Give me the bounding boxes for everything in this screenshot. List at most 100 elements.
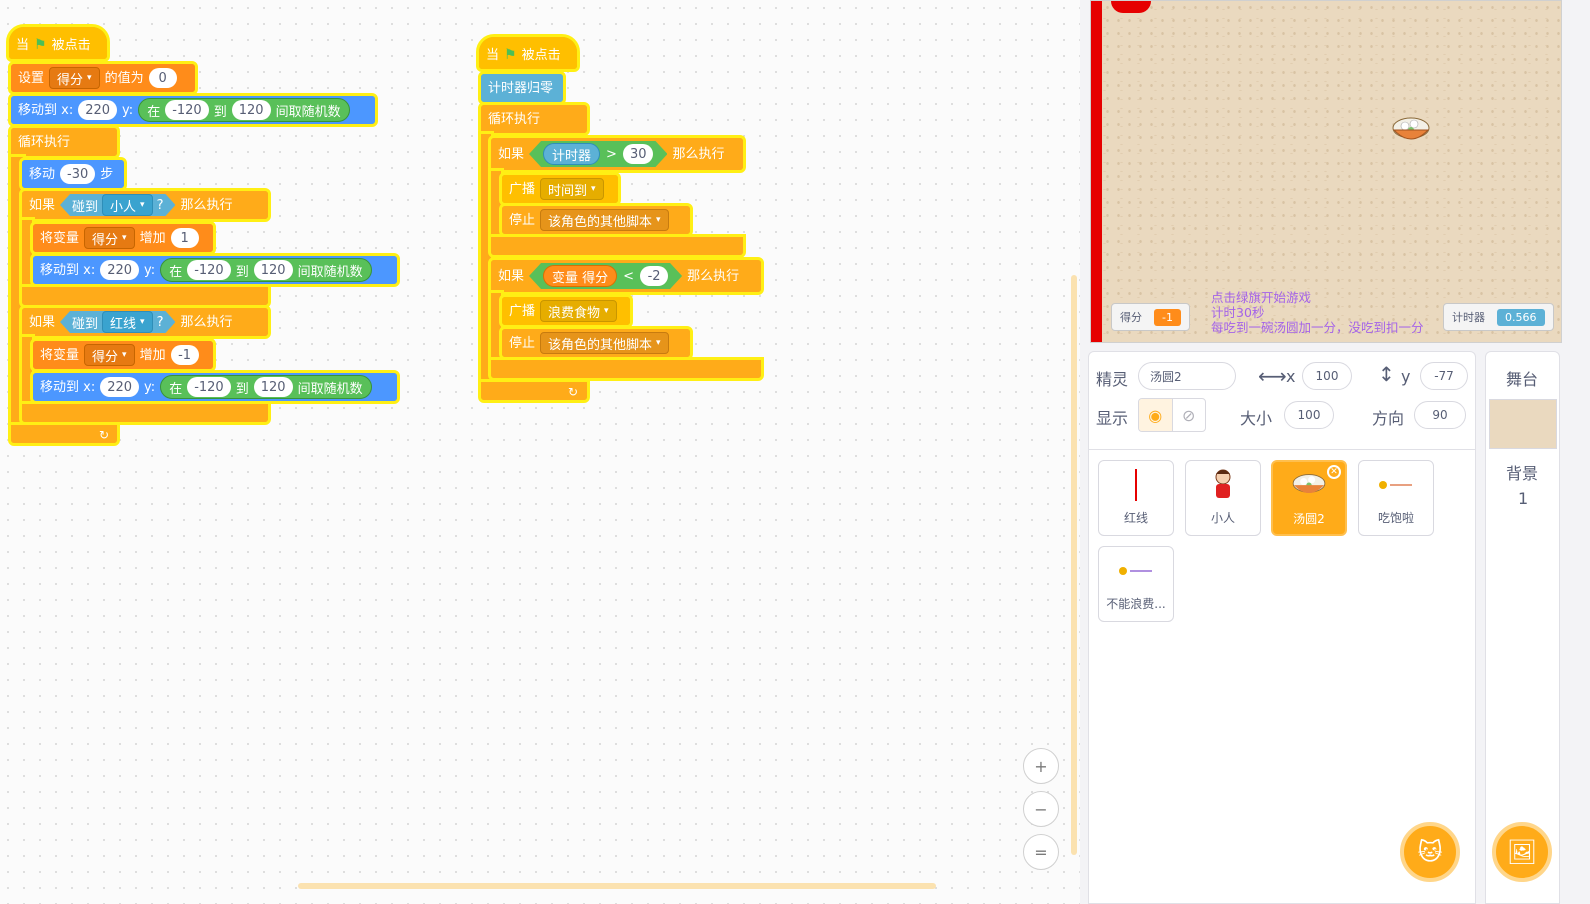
variable-dropdown[interactable]: 得分: [84, 227, 135, 249]
forever-block[interactable]: 循环执行: [478, 102, 590, 136]
red-line-thumbnail: [1135, 469, 1137, 501]
person-thumbnail: [1215, 469, 1231, 498]
forever-block[interactable]: 循环执行: [8, 125, 120, 159]
vertical-scrollbar[interactable]: [1071, 275, 1077, 855]
message-dropdown[interactable]: 浪费食物: [540, 300, 617, 322]
size-input[interactable]: 100: [1284, 401, 1334, 429]
zoom-out-icon: −: [1034, 799, 1048, 819]
backdrop-thumbnail[interactable]: [1489, 399, 1557, 449]
direction-label: 方向: [1372, 409, 1405, 428]
red-shape: [1111, 1, 1151, 13]
zoom-in-button[interactable]: +: [1023, 748, 1059, 784]
random-reporter[interactable]: 在 -120 到 120 间取随机数: [160, 375, 372, 399]
visibility-toggle[interactable]: ◉ ⊘: [1138, 398, 1206, 432]
delete-sprite-icon[interactable]: ✕: [1327, 465, 1341, 479]
touching-condition[interactable]: 碰到 红线 ?: [60, 311, 175, 333]
goto-xy-block[interactable]: 移动到 x: 220 y: 在 -120 到 120 间取随机数: [30, 370, 400, 404]
cat-icon: 🐱: [1417, 838, 1443, 866]
touch-target-dropdown[interactable]: 小人: [102, 194, 153, 216]
goto-xy-block[interactable]: 移动到 x: 220 y: 在 -120 到 120 间取随机数: [30, 253, 400, 287]
message-dropdown[interactable]: 时间到: [540, 178, 604, 200]
sprite-tile-person[interactable]: 小人: [1185, 460, 1261, 536]
stage[interactable]: 得分 -1 点击绿旗开始游戏 计时30秒 每吃到一碗汤圆加一分，没吃到扣一分 计…: [1090, 0, 1562, 343]
broadcast-block[interactable]: 广播 时间到: [499, 172, 621, 206]
greater-than-operator[interactable]: 计时器 > 30: [529, 141, 667, 167]
loop-arrow-icon: ↻: [99, 428, 110, 442]
x-arrow-icon: ⟷: [1258, 364, 1287, 388]
score-variable-reporter[interactable]: 变量 得分: [543, 265, 617, 287]
steps-input[interactable]: -30: [60, 164, 96, 184]
if-timer-block[interactable]: 如果 计时器 > 30 那么执行: [488, 135, 746, 173]
size-label: 大小: [1240, 409, 1273, 428]
variable-dropdown[interactable]: 得分: [84, 344, 135, 366]
loop-arrow-icon: ↻: [568, 385, 579, 399]
change-variable-block[interactable]: 将变量 得分 增加 -1: [30, 338, 216, 372]
timer-value: 0.566: [1497, 308, 1545, 326]
choose-sprite-button[interactable]: 🐱: [1400, 822, 1460, 882]
direction-input[interactable]: 90: [1414, 401, 1466, 429]
choose-backdrop-button[interactable]: 🖼: [1492, 822, 1552, 882]
score-monitor[interactable]: 得分 -1: [1111, 303, 1190, 331]
backdrop-image-icon: 🖼: [1506, 838, 1538, 866]
y-arrow-icon: ↕: [1378, 362, 1395, 386]
y-input[interactable]: -77: [1420, 362, 1468, 390]
variable-dropdown[interactable]: 得分: [49, 67, 100, 89]
touch-target-dropdown[interactable]: 红线: [102, 311, 153, 333]
value-input[interactable]: 1: [170, 228, 199, 248]
if-score-block[interactable]: 如果 变量 得分 < -2 那么执行: [488, 257, 764, 295]
sprite-label: 精灵: [1096, 370, 1129, 389]
when-flag-clicked-block[interactable]: 当 ⚑ 被点击: [6, 24, 110, 62]
show-label: 显示: [1096, 409, 1129, 428]
timer-reporter[interactable]: 计时器: [543, 143, 600, 165]
sprite-tile-redline[interactable]: 红线: [1098, 460, 1174, 536]
stop-option-dropdown[interactable]: 该角色的其他脚本: [540, 209, 669, 231]
stop-block[interactable]: 停止 该角色的其他脚本: [499, 326, 693, 360]
value-input[interactable]: -2: [640, 266, 668, 286]
backdrop-label: 背景: [1506, 464, 1539, 483]
x-input[interactable]: 100: [1302, 362, 1352, 390]
bowl-thumbnail: [1292, 474, 1326, 494]
if-touching-redline-block[interactable]: 如果 碰到 红线 ? 那么执行: [19, 305, 271, 339]
stage-title: 舞台: [1506, 370, 1539, 389]
horizontal-scrollbar[interactable]: [298, 883, 936, 889]
timer-monitor[interactable]: 计时器 0.566: [1443, 303, 1554, 331]
if1-bottom: [19, 284, 271, 308]
broadcast-block[interactable]: 广播 浪费食物: [499, 294, 633, 328]
reset-timer-block[interactable]: 计时器归零: [478, 71, 566, 105]
less-than-operator[interactable]: 变量 得分 < -2: [529, 263, 682, 289]
eye-hide-icon[interactable]: ⊘: [1173, 399, 1206, 431]
stop-option-dropdown[interactable]: 该角色的其他脚本: [540, 332, 669, 354]
zoom-reset-icon: =: [1034, 842, 1048, 862]
touching-condition[interactable]: 碰到 小人 ?: [60, 194, 175, 216]
backdrop-count: 1: [1518, 489, 1529, 508]
sprite-tile-tangyuan2[interactable]: ✕ 汤圆2: [1271, 460, 1347, 536]
value-input[interactable]: -1: [170, 345, 199, 365]
instruction-text: 点击绿旗开始游戏 计时30秒 每吃到一碗汤圆加一分，没吃到扣一分: [1211, 290, 1424, 335]
score-value: -1: [1154, 308, 1181, 326]
sprite-tile-full[interactable]: 吃饱啦: [1358, 460, 1434, 536]
red-line-sprite: [1091, 1, 1102, 342]
x-input[interactable]: 220: [78, 100, 118, 120]
y-label: y: [1401, 367, 1411, 386]
change-variable-block[interactable]: 将变量 得分 增加 1: [30, 221, 216, 255]
goto-xy-block[interactable]: 移动到 x: 220 y: 在 -120 到 120 间取随机数: [8, 93, 378, 127]
when-flag-clicked-block[interactable]: 当 ⚑ 被点击: [476, 34, 580, 72]
value-input[interactable]: 30: [623, 144, 654, 164]
code-area[interactable]: 当 ⚑ 被点击 设置 得分 的值为 0 移动到 x: 220 y: 在 -120…: [0, 0, 1080, 904]
no-waste-thumbnail: [1119, 567, 1152, 575]
random-reporter[interactable]: 在 -120 到 120 间取随机数: [160, 258, 372, 282]
x-label: x: [1286, 367, 1296, 386]
set-variable-block[interactable]: 设置 得分 的值为 0: [8, 61, 198, 95]
value-input[interactable]: 0: [148, 68, 177, 88]
if2-bottom: [19, 401, 271, 425]
eye-show-icon[interactable]: ◉: [1139, 399, 1173, 431]
sprite-name-input[interactable]: 汤圆2: [1138, 362, 1236, 390]
stop-block[interactable]: 停止 该角色的其他脚本: [499, 203, 693, 237]
random-reporter[interactable]: 在 -120 到 120 间取随机数: [138, 98, 350, 122]
move-steps-block[interactable]: 移动 -30 步: [19, 157, 127, 191]
zoom-reset-button[interactable]: =: [1023, 834, 1059, 870]
zoom-out-button[interactable]: −: [1023, 791, 1059, 827]
if-timer-bottom: [488, 234, 746, 258]
if-touching-person-block[interactable]: 如果 碰到 小人 ? 那么执行: [19, 188, 271, 222]
sprite-tile-no-waste[interactable]: 不能浪费...: [1098, 546, 1174, 622]
